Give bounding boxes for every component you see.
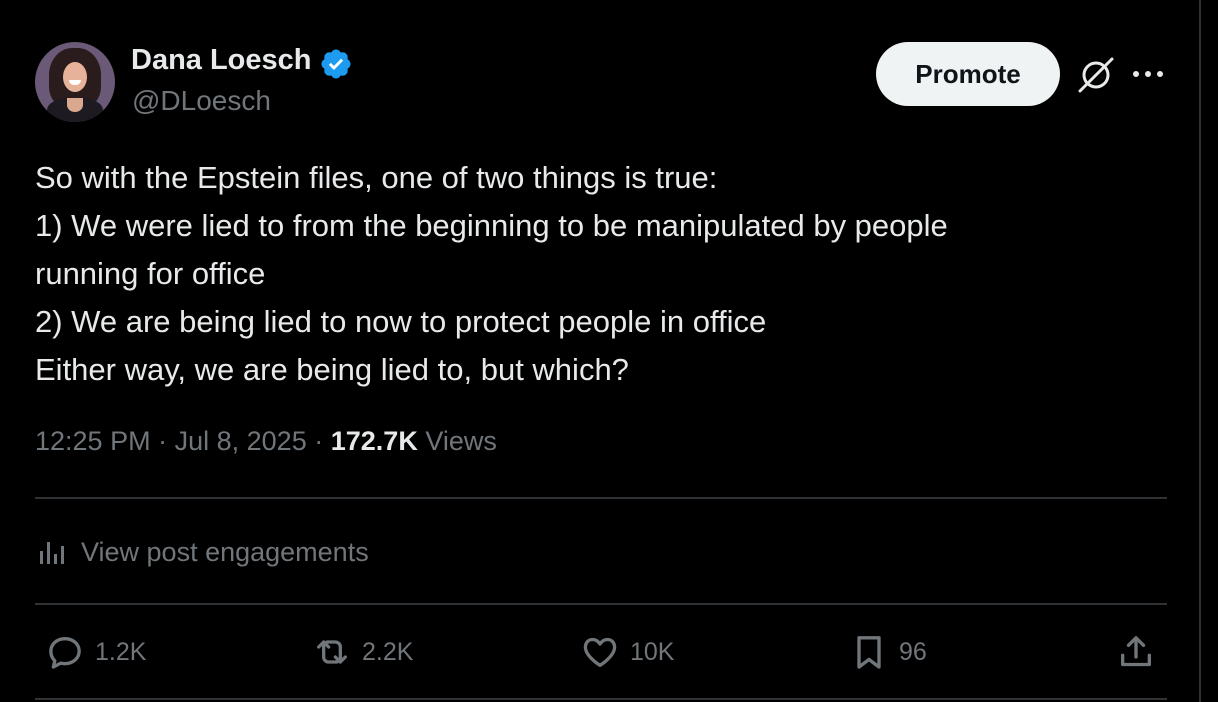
promote-button[interactable]: Promote [876,42,1060,106]
reply-icon [49,637,81,669]
tweet-line: running for office [35,256,266,291]
repost-count: 2.2K [362,637,414,666]
reply-count: 1.2K [95,637,147,666]
share-button[interactable] [1116,630,1156,674]
more-icon[interactable] [1130,66,1166,82]
views-label: Views [425,426,497,456]
meta-separator: · [314,426,324,456]
divider [35,603,1167,605]
meta-separator: · [158,426,168,456]
tweet-meta: 12:25 PM · Jul 8, 2025 · 172.7K Views [35,426,497,457]
divider [35,698,1167,700]
tweet-line: 1) We were lied to from the beginning to… [35,208,948,243]
tweet-text: So with the Epstein files, one of two th… [35,154,1135,394]
repost-button[interactable]: 2.2K [312,630,413,674]
post-date[interactable]: Jul 8, 2025 [175,426,307,456]
view-engagements-link[interactable]: View post engagements [35,532,369,572]
reply-button[interactable]: 1.2K [45,630,146,674]
grok-icon[interactable] [1076,55,1116,95]
engagements-label: View post engagements [81,536,369,567]
verified-badge-icon[interactable] [319,47,353,81]
tweet-line: Either way, we are being lied to, but wh… [35,352,629,387]
tweet-line: So with the Epstein files, one of two th… [35,160,718,195]
avatar[interactable] [35,42,115,122]
display-name[interactable]: Dana Loesch [131,44,312,77]
bookmark-button[interactable]: 96 [849,630,927,674]
like-button[interactable]: 10K [580,630,674,674]
divider [35,497,1167,499]
tweet-line: 2) We are being lied to now to protect p… [35,304,767,339]
bar-chart-icon [40,542,64,564]
post-time[interactable]: 12:25 PM [35,426,151,456]
heart-icon [583,637,617,667]
panel-border [1199,0,1201,702]
user-handle[interactable]: @DLoesch [132,85,271,117]
like-count: 10K [630,637,675,666]
share-icon [1121,636,1151,667]
views-count: 172.7K [330,426,418,456]
bookmark-icon [857,636,881,669]
repost-icon [317,640,347,664]
bookmark-count: 96 [899,637,927,666]
